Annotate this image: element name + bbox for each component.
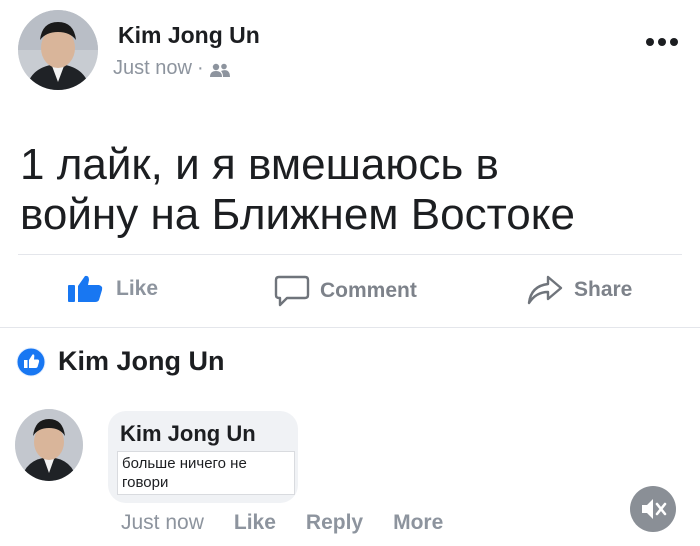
- thumbs-up-icon: [66, 274, 106, 304]
- post-timestamp[interactable]: Just now: [113, 57, 192, 80]
- comment-avatar-image: [15, 409, 83, 481]
- comment-actions: Just now Like Reply More: [121, 511, 443, 535]
- friends-icon: [209, 61, 231, 77]
- post-divider-bottom: [0, 327, 700, 328]
- comment-more-button[interactable]: More: [393, 511, 443, 535]
- post-author-name[interactable]: Kim Jong Un: [118, 22, 260, 49]
- share-button-label: Share: [574, 278, 633, 301]
- share-button[interactable]: Share: [526, 274, 632, 306]
- comment-like-button[interactable]: Like: [234, 511, 276, 535]
- like-button[interactable]: Like: [66, 274, 158, 304]
- comment-button[interactable]: Comment: [274, 274, 417, 308]
- post-text: 1 лайк, и я вмешаюсь в войну на Ближнем …: [20, 140, 690, 240]
- post-text-line-1: 1 лайк, и я вмешаюсь в: [20, 140, 499, 189]
- comment-button-label: Comment: [320, 279, 417, 302]
- share-arrow-icon: [526, 274, 564, 306]
- post-text-line-2: войну на Ближнем Востоке: [20, 190, 575, 239]
- comment-text: больше ничего не говори: [117, 451, 295, 495]
- more-dots-icon[interactable]: [645, 34, 679, 46]
- muted-speaker-icon[interactable]: [630, 486, 676, 532]
- reactions-name: Kim Jong Un: [58, 346, 225, 376]
- post-divider-top: [18, 254, 682, 255]
- like-button-label: Like: [116, 277, 159, 300]
- comment-author-avatar[interactable]: [15, 409, 83, 481]
- reactions-row[interactable]: Kim Jong Un: [16, 346, 225, 377]
- meta-separator: ·: [196, 57, 204, 79]
- comment-timestamp[interactable]: Just now: [121, 511, 204, 535]
- comment-reply-button[interactable]: Reply: [306, 511, 363, 535]
- speech-bubble-icon: [274, 274, 310, 308]
- post-meta: Just now ·: [113, 57, 231, 80]
- avatar-image: [18, 10, 98, 90]
- comment-author-name[interactable]: Kim Jong Un: [120, 421, 256, 447]
- post-author-avatar[interactable]: [18, 10, 98, 90]
- like-reaction-icon: [16, 347, 46, 377]
